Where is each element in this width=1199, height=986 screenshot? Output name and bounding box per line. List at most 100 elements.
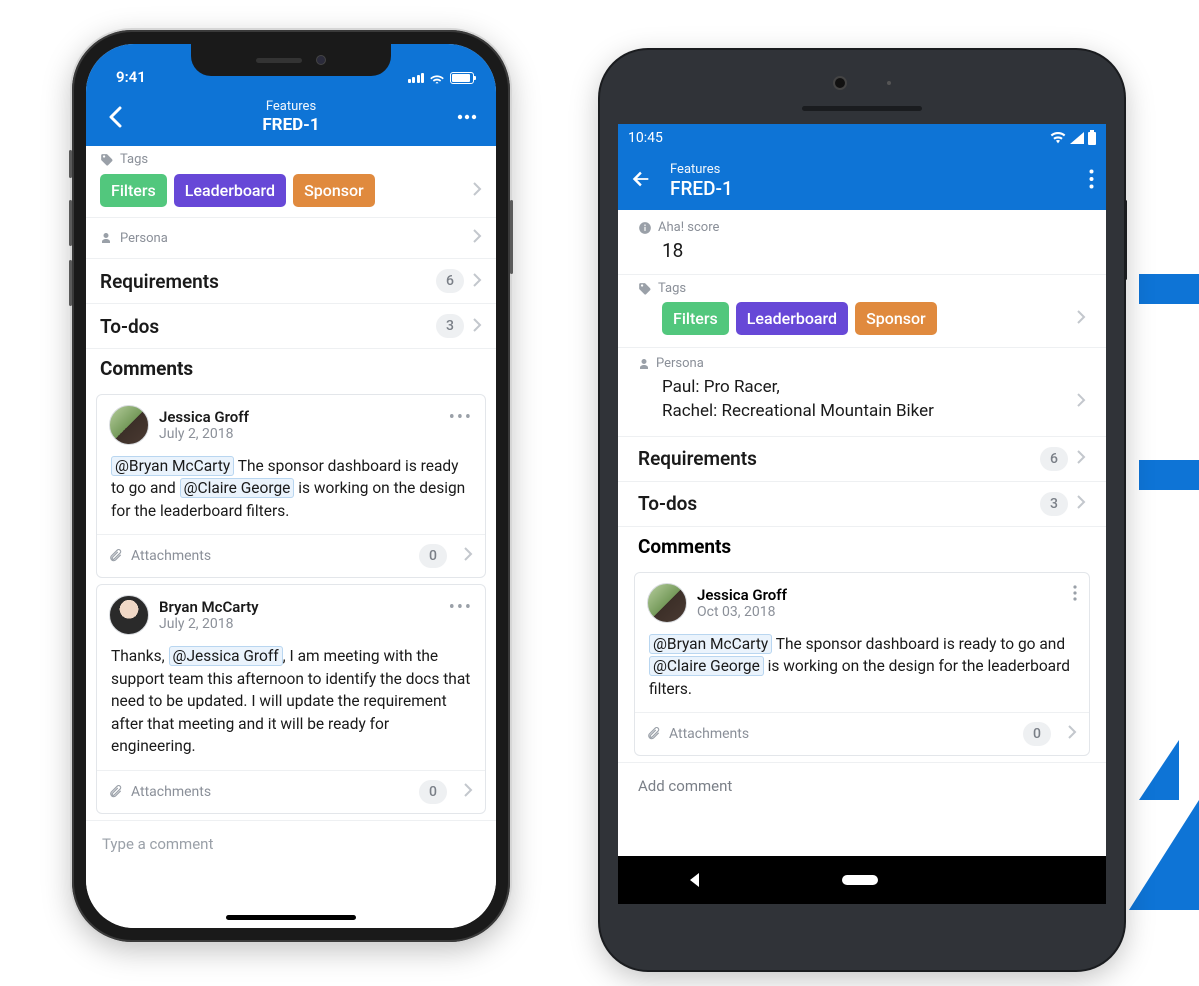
tags-row[interactable]: Filters Leaderboard Sponsor [618,298,1106,347]
requirements-label: Requirements [100,270,219,293]
android-back-button[interactable] [690,873,699,887]
ios-nav-bar: Features FRED-1 [86,88,496,146]
nav-title: FRED-1 [262,115,319,135]
comment-input[interactable]: Add comment [618,762,1106,809]
score-label-row: Aha! score [618,210,1106,237]
tag-filters[interactable]: Filters [662,302,729,335]
info-icon [638,221,652,235]
iphone-device: 9:41 Features FRED-1 [72,30,510,942]
android-device: 10:45 Features FRED-1 [600,50,1124,970]
tag-filters[interactable]: Filters [100,174,167,207]
status-time: 9:41 [116,68,146,86]
tags-label-row: Tags [618,274,1106,298]
comment-input[interactable]: Type a comment [86,820,496,867]
comment-date: July 2, 2018 [159,426,249,442]
todos-count: 3 [1040,492,1068,516]
chevron-right-icon [1067,724,1077,744]
persona-value[interactable]: Paul: Pro Racer, Rachel: Recreational Mo… [618,373,1106,436]
avatar [647,583,687,623]
paperclip-icon [647,727,661,741]
attachments-row[interactable]: Attachments 0 [97,770,485,813]
person-icon [638,357,650,371]
avatar [109,405,149,445]
todos-label: To-dos [100,315,159,338]
avatar [109,595,149,635]
comment-card[interactable]: Bryan McCarty July 2, 2018 ••• Thanks, @… [96,584,486,813]
persona-row[interactable]: Persona [86,217,496,258]
chevron-right-icon [463,546,473,566]
requirements-label: Requirements [638,447,757,470]
comment-more-button[interactable]: ••• [449,405,473,428]
decoration [1129,800,1199,910]
score-value: 18 [618,237,1106,274]
tag-sponsor[interactable]: Sponsor [855,302,937,335]
comment-more-button[interactable]: ••• [449,595,473,618]
tag-leaderboard[interactable]: Leaderboard [174,174,286,207]
tag-icon [100,153,114,167]
comment-card[interactable]: Jessica Groff Oct 03, 2018 @Bryan McCart… [634,572,1090,756]
attachments-count: 0 [419,544,447,568]
score-label: Aha! score [658,220,719,235]
comment-author: Jessica Groff [159,408,249,426]
mention[interactable]: @Jessica Groff [169,646,283,666]
more-button[interactable] [452,102,482,132]
comment-card[interactable]: Jessica Groff July 2, 2018 ••• @Bryan Mc… [96,394,486,578]
iphone-volume-down [69,260,72,306]
cellular-signal-icon [408,73,425,83]
android-speaker [802,106,922,111]
back-button[interactable] [630,168,652,194]
tag-leaderboard[interactable]: Leaderboard [736,302,848,335]
paperclip-icon [109,549,123,563]
wifi-icon [429,70,445,86]
android-status-bar: 10:45 [618,124,1106,152]
cellular-signal-icon [1070,132,1084,144]
comment-date: July 2, 2018 [159,616,259,632]
mention[interactable]: @Bryan McCarty [649,634,772,654]
nav-subtitle: Features [670,163,733,178]
requirements-row[interactable]: Requirements 6 [618,436,1106,481]
attachments-count: 0 [1023,722,1051,746]
chevron-right-icon [1076,309,1086,329]
comment-more-button[interactable] [1073,583,1077,606]
comments-header: Comments [618,526,1106,566]
attachments-label: Attachments [669,726,749,742]
todos-label: To-dos [638,492,697,515]
todos-row[interactable]: To-dos 3 [618,481,1106,526]
chevron-right-icon [1076,392,1086,416]
comment-body: @Bryan McCarty The sponsor dashboard is … [635,629,1089,712]
tags-row[interactable]: Filters Leaderboard Sponsor [86,170,496,217]
chevron-right-icon [472,315,482,338]
comment-body: Thanks, @Jessica Groff, I am meeting wit… [97,641,485,769]
android-camera [833,76,891,90]
comments-header: Comments [86,348,496,388]
android-content[interactable]: Aha! score 18 Tags Filters Leaderboard S… [618,210,1106,904]
requirements-row[interactable]: Requirements 6 [86,258,496,303]
iphone-volume-up [69,200,72,246]
requirements-count: 6 [436,269,464,293]
comment-author: Bryan McCarty [159,598,259,616]
tags-label-row: Tags [86,146,496,170]
attachments-row[interactable]: Attachments 0 [635,712,1089,755]
android-nav-bar [618,856,1106,904]
android-home-button[interactable] [842,875,878,885]
todos-row[interactable]: To-dos 3 [86,303,496,348]
chevron-right-icon [472,270,482,293]
mention[interactable]: @Bryan McCarty [111,456,234,476]
ios-content[interactable]: Tags Filters Leaderboard Sponsor Persona [86,146,496,928]
chevron-right-icon [1076,492,1086,515]
mention[interactable]: @Claire George [649,656,764,676]
mention[interactable]: @Claire George [180,478,295,498]
tags-label: Tags [658,281,686,296]
todos-count: 3 [436,314,464,338]
decoration [1139,740,1179,800]
attachments-row[interactable]: Attachments 0 [97,534,485,577]
comment-date: Oct 03, 2018 [697,604,787,620]
overflow-menu-button[interactable] [1089,169,1094,193]
chevron-right-icon [472,181,482,201]
back-button[interactable] [100,102,130,132]
persona-label: Persona [120,231,168,246]
nav-title: FRED-1 [670,178,733,200]
home-indicator[interactable] [226,915,356,920]
attachments-count: 0 [419,780,447,804]
tag-sponsor[interactable]: Sponsor [293,174,375,207]
